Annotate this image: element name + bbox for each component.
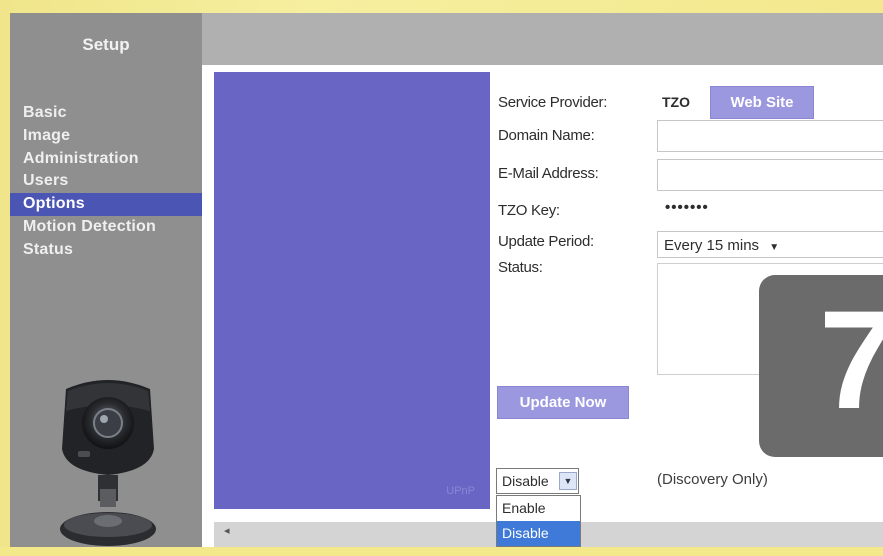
chevron-down-icon: ▼: [769, 242, 780, 253]
sidebar-item-motion-detection[interactable]: Motion Detection: [10, 216, 202, 239]
website-button[interactable]: Web Site: [710, 86, 814, 119]
service-provider-value: TZO: [662, 94, 690, 110]
service-provider-label: Service Provider:: [498, 94, 608, 111]
sidebar: Setup Basic Image Administration Users O…: [10, 13, 202, 547]
step-number-badge: 7: [759, 275, 883, 457]
sidebar-item-status[interactable]: Status: [10, 239, 202, 262]
status-label: Status:: [498, 259, 543, 276]
tzo-key-label: TZO Key:: [498, 202, 560, 219]
sidebar-item-options[interactable]: Options: [10, 193, 202, 216]
update-period-label: Update Period:: [498, 233, 594, 250]
sidebar-item-image[interactable]: Image: [10, 125, 202, 148]
sidebar-item-users[interactable]: Users: [10, 170, 202, 193]
scroll-arrow-icon[interactable]: ◂: [224, 524, 230, 537]
section-panel: UPnP: [214, 72, 490, 509]
option-enable[interactable]: Enable: [497, 496, 580, 521]
discovery-options-list: Enable Disable: [496, 495, 581, 547]
discovery-note: (Discovery Only): [657, 471, 768, 488]
update-now-button[interactable]: Update Now: [497, 386, 629, 419]
sidebar-item-administration[interactable]: Administration: [10, 148, 202, 171]
tzo-key-input[interactable]: •••••••: [665, 199, 709, 216]
discovery-select-value: Disable: [502, 473, 549, 489]
header-bar: [202, 13, 883, 65]
webcam-device-icon: [38, 371, 178, 551]
update-period-value: Every 15 mins: [664, 237, 760, 254]
step-number: 7: [819, 281, 883, 438]
domain-name-input[interactable]: [657, 120, 883, 152]
email-address-input[interactable]: [657, 159, 883, 191]
option-disable[interactable]: Disable: [497, 521, 580, 546]
chevron-down-icon[interactable]: ▼: [559, 472, 577, 490]
update-period-select[interactable]: Every 15 mins ▼: [657, 231, 883, 258]
sidebar-nav: Basic Image Administration Users Options…: [10, 102, 202, 262]
sidebar-title: Setup: [82, 35, 130, 54]
email-address-label: E-Mail Address:: [498, 165, 599, 182]
sidebar-item-basic[interactable]: Basic: [10, 102, 202, 125]
panel-label: UPnP: [446, 485, 475, 497]
main-content: UPnP ◂ Service Provider: TZO Web Site Do…: [202, 13, 883, 547]
discovery-select[interactable]: Disable ▼: [496, 468, 579, 494]
domain-name-label: Domain Name:: [498, 127, 595, 144]
